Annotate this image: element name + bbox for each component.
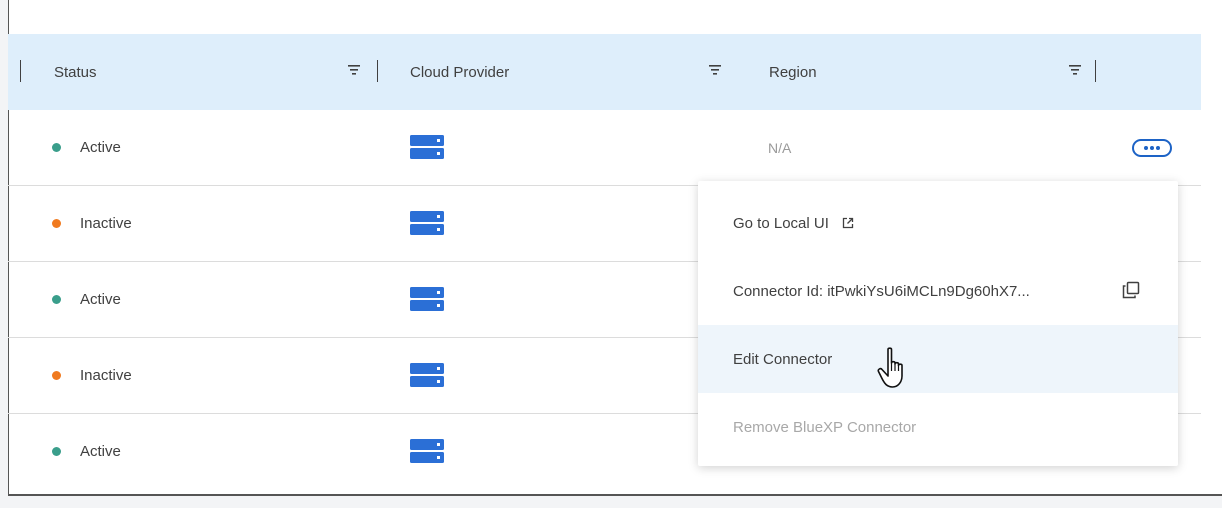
table-row[interactable]: Active N/A bbox=[8, 110, 1201, 186]
menu-item-go-to-local-ui[interactable]: Go to Local UI bbox=[698, 189, 1178, 257]
table-header: Status Cloud Provider Region bbox=[8, 34, 1201, 110]
status-label: Active bbox=[80, 443, 121, 460]
menu-item-label: Connector Id: itPwkiYsU6iMCLn9Dg60hX7... bbox=[733, 282, 1030, 300]
server-icon bbox=[410, 211, 444, 235]
column-resize-handle[interactable] bbox=[1095, 60, 1096, 82]
status-active-dot bbox=[52, 447, 61, 456]
status-active-dot bbox=[52, 295, 61, 304]
server-icon bbox=[410, 135, 444, 159]
external-link-icon bbox=[842, 217, 854, 229]
menu-item-edit-connector[interactable]: Edit Connector bbox=[698, 325, 1178, 393]
more-actions-button[interactable] bbox=[1132, 139, 1172, 157]
column-header-status[interactable]: Status bbox=[54, 34, 97, 110]
filter-icon[interactable] bbox=[1069, 65, 1081, 75]
status-label: Inactive bbox=[80, 367, 132, 384]
status-cell: Active bbox=[52, 262, 121, 337]
menu-item-connector-id[interactable]: Connector Id: itPwkiYsU6iMCLn9Dg60hX7... bbox=[698, 257, 1178, 325]
region-cell: N/A bbox=[768, 139, 792, 156]
status-cell: Active bbox=[52, 414, 121, 489]
filter-icon[interactable] bbox=[348, 65, 360, 75]
status-active-dot bbox=[52, 143, 61, 152]
ellipsis-icon bbox=[1144, 146, 1160, 150]
menu-item-remove-bluexp-connector: Remove BlueXP Connector bbox=[698, 393, 1178, 461]
status-cell: Active bbox=[52, 110, 121, 185]
menu-item-label: Remove BlueXP Connector bbox=[733, 418, 917, 436]
column-resize-handle[interactable] bbox=[377, 60, 378, 82]
filter-icon[interactable] bbox=[709, 65, 721, 75]
server-icon bbox=[410, 439, 444, 463]
menu-item-label: Edit Connector bbox=[733, 350, 833, 368]
status-label: Active bbox=[80, 291, 121, 308]
copy-icon[interactable] bbox=[1122, 281, 1140, 299]
status-inactive-dot bbox=[52, 219, 61, 228]
status-label: Inactive bbox=[80, 215, 132, 232]
column-header-label: Region bbox=[769, 63, 817, 81]
server-icon bbox=[410, 287, 444, 311]
column-header-label: Status bbox=[54, 63, 97, 81]
status-cell: Inactive bbox=[52, 338, 132, 413]
status-cell: Inactive bbox=[52, 186, 132, 261]
column-header-cloud-provider[interactable]: Cloud Provider bbox=[410, 34, 509, 110]
frame-bottom-border bbox=[8, 494, 1222, 496]
status-inactive-dot bbox=[52, 371, 61, 380]
column-header-label: Cloud Provider bbox=[410, 63, 510, 81]
column-resize-handle[interactable] bbox=[20, 60, 21, 82]
connector-actions-menu: Go to Local UI Connector Id: itPwkiYsU6i… bbox=[698, 181, 1178, 466]
menu-item-label: Go to Local UI bbox=[733, 214, 829, 232]
server-icon bbox=[410, 363, 444, 387]
column-header-region[interactable]: Region bbox=[769, 34, 817, 110]
status-label: Active bbox=[80, 139, 121, 156]
